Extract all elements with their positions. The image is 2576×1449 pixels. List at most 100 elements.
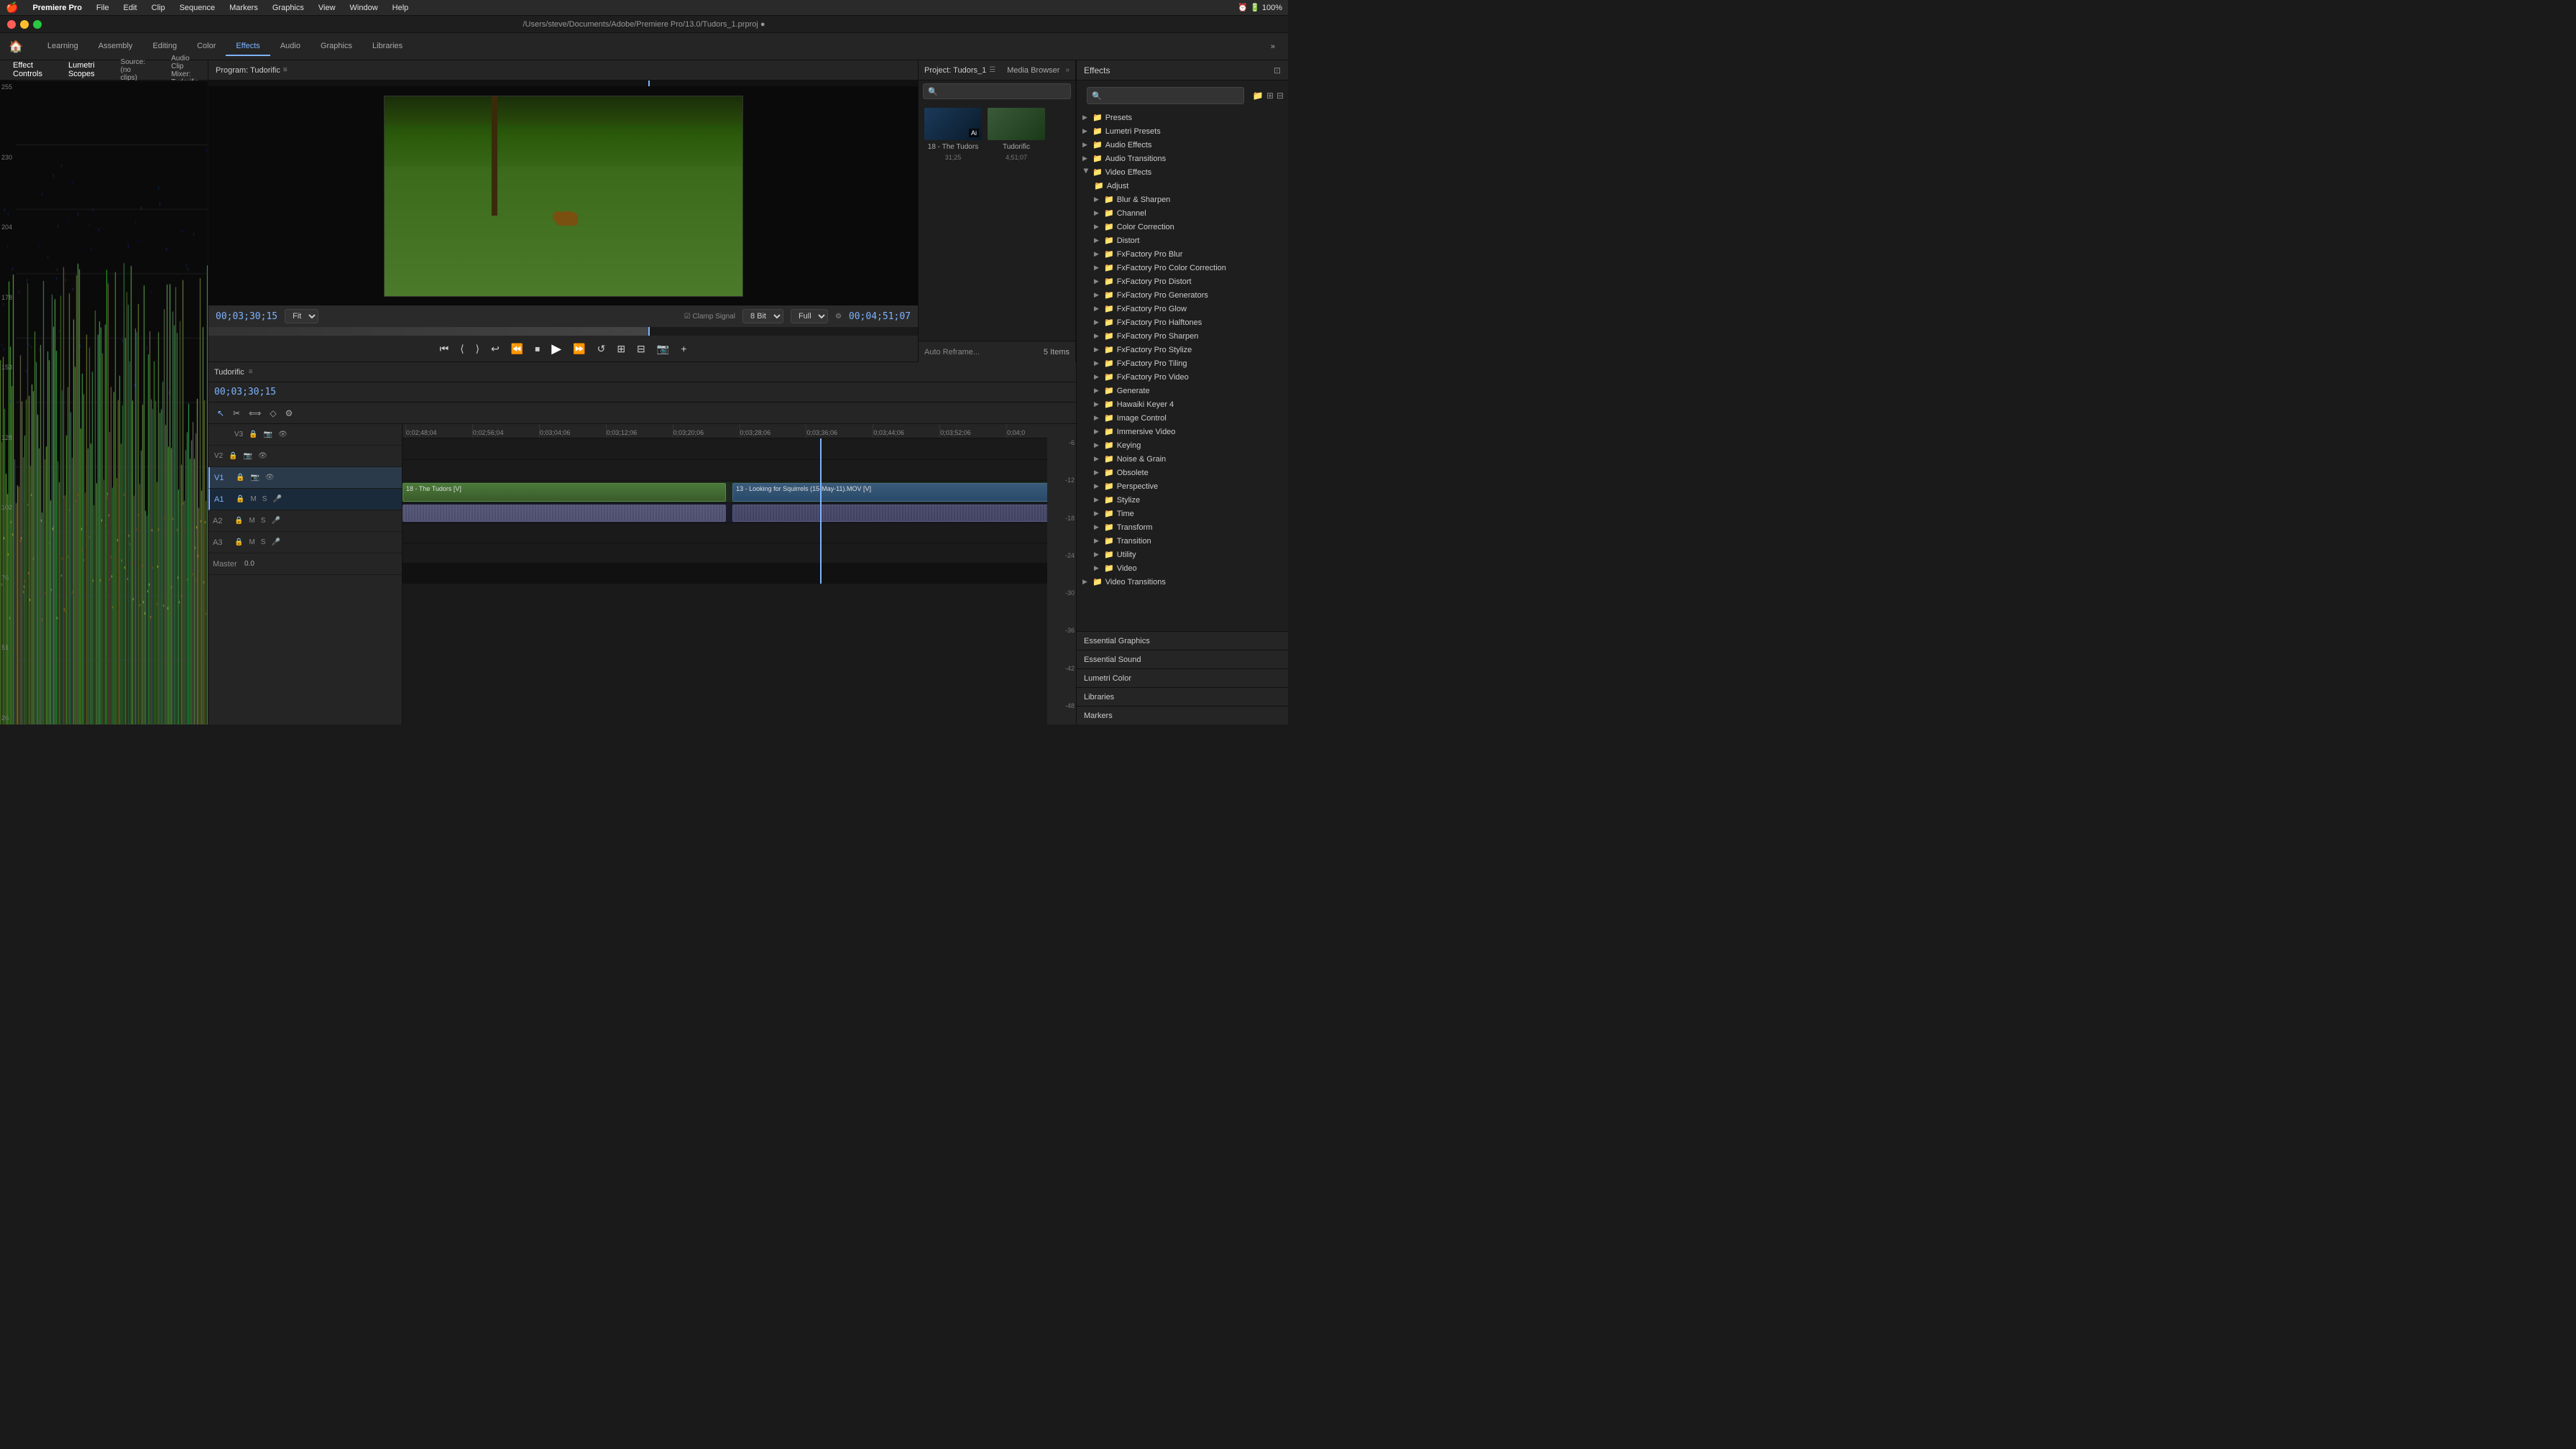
menu-edit[interactable]: Edit: [121, 4, 140, 12]
v3-track[interactable]: [402, 438, 1076, 460]
track-a1-m[interactable]: M: [249, 494, 257, 504]
tree-item-video-effects[interactable]: ▶ 📁 Video Effects: [1077, 165, 1288, 179]
essential-sound-section[interactable]: Essential Sound: [1077, 650, 1288, 668]
tree-item-audio-effects[interactable]: ▶ 📁 Audio Effects: [1077, 138, 1288, 152]
tree-item-fxfactory-video[interactable]: ▶ 📁 FxFactory Pro Video: [1077, 370, 1288, 384]
step-back-button[interactable]: ⟨: [457, 336, 466, 362]
menu-help[interactable]: Help: [390, 4, 412, 12]
clip-audio-1[interactable]: [402, 505, 726, 522]
tree-item-fxfactory-color[interactable]: ▶ 📁 FxFactory Pro Color Correction: [1077, 261, 1288, 275]
tree-item-time[interactable]: ▶ 📁 Time: [1077, 507, 1288, 520]
menu-clip[interactable]: Clip: [149, 4, 168, 12]
track-a3-s[interactable]: S: [259, 538, 267, 547]
tree-item-fxfactory-distort[interactable]: ▶ 📁 FxFactory Pro Distort: [1077, 275, 1288, 288]
essential-graphics-section[interactable]: Essential Graphics: [1077, 631, 1288, 650]
tree-item-channel[interactable]: ▶ 📁 Channel: [1077, 206, 1288, 220]
track-v1-lock[interactable]: 🔒: [234, 473, 246, 482]
tree-item-fxfactory-stylize[interactable]: ▶ 📁 FxFactory Pro Stylize: [1077, 343, 1288, 356]
v1-track[interactable]: 18 - The Tudors [V] 13 - Looking for Squ…: [402, 482, 1076, 503]
tree-item-lumetri-presets[interactable]: ▶ 📁 Lumetri Presets: [1077, 124, 1288, 138]
export-frame-button[interactable]: 📷: [654, 336, 672, 362]
tree-item-stylize[interactable]: ▶ 📁 Stylize: [1077, 493, 1288, 507]
tree-item-utility[interactable]: ▶ 📁 Utility: [1077, 548, 1288, 561]
menu-sequence[interactable]: Sequence: [177, 4, 218, 12]
settings-tool[interactable]: ⚙: [282, 407, 296, 420]
master-track[interactable]: [402, 564, 1076, 584]
home-icon[interactable]: 🏠: [9, 40, 23, 54]
close-button[interactable]: [7, 20, 16, 29]
effects-search-input[interactable]: [1105, 91, 1239, 100]
play-reverse-button[interactable]: ⏪: [508, 336, 526, 362]
auto-reframe-label[interactable]: Auto Reframe...: [924, 348, 980, 356]
effects-search-container[interactable]: 🔍: [1087, 87, 1244, 104]
track-a1-lock[interactable]: 🔒: [234, 494, 246, 504]
track-v1-visible[interactable]: 👁: [264, 473, 276, 482]
tree-item-noise-grain[interactable]: ▶ 📁 Noise & Grain: [1077, 452, 1288, 466]
timeline-content[interactable]: 0;02;48;04 0;02;56;04 0;03;04;06 0;03;12…: [402, 424, 1076, 724]
track-a2-lock[interactable]: 🔒: [233, 516, 244, 525]
project-search[interactable]: 🔍: [923, 83, 1071, 99]
clip-tudors-v1[interactable]: 18 - The Tudors [V]: [402, 483, 726, 502]
tree-item-perspective[interactable]: ▶ 📁 Perspective: [1077, 479, 1288, 493]
menu-graphics[interactable]: Graphics: [270, 4, 307, 12]
settings-icon[interactable]: ⚙: [835, 313, 842, 321]
tree-item-color-correction[interactable]: ▶ 📁 Color Correction: [1077, 220, 1288, 234]
v2-track[interactable]: [402, 460, 1076, 482]
menu-premiere-pro[interactable]: Premiere Pro: [29, 4, 84, 12]
quality-select[interactable]: Full: [791, 309, 828, 323]
tree-item-audio-transitions[interactable]: ▶ 📁 Audio Transitions: [1077, 152, 1288, 165]
track-v2-camera[interactable]: 📷: [242, 451, 254, 461]
overflow-button[interactable]: »: [1266, 41, 1279, 52]
project-header-icon[interactable]: ☰: [989, 66, 995, 74]
a2-track[interactable]: [402, 523, 1076, 543]
lumetri-color-section[interactable]: Lumetri Color: [1077, 668, 1288, 687]
track-v2-label[interactable]: V2: [213, 451, 224, 461]
selection-tool[interactable]: ↖: [214, 407, 227, 420]
media-browser-expand[interactable]: »: [1065, 66, 1070, 74]
stop-button[interactable]: ⏹: [532, 336, 543, 362]
tree-item-fxfactory-glow[interactable]: ▶ 📁 FxFactory Pro Glow: [1077, 302, 1288, 316]
tree-item-video-transitions[interactable]: ▶ 📁 Video Transitions: [1077, 575, 1288, 589]
a3-track[interactable]: [402, 543, 1076, 564]
tree-item-distort[interactable]: ▶ 📁 Distort: [1077, 234, 1288, 247]
step-forward-button[interactable]: ⟩: [473, 336, 482, 362]
tab-audio[interactable]: Audio: [270, 37, 310, 56]
track-v3-camera[interactable]: 📷: [262, 430, 274, 439]
effects-maximize-icon[interactable]: ⊡: [1274, 65, 1281, 75]
quality-dropdown[interactable]: Full: [791, 309, 828, 323]
tree-item-fxfactory-generators[interactable]: ▶ 📁 FxFactory Pro Generators: [1077, 288, 1288, 302]
markers-section[interactable]: Markers: [1077, 706, 1288, 724]
marker-add-tool[interactable]: ◇: [267, 407, 279, 420]
tree-item-image-control[interactable]: ▶ 📁 Image Control: [1077, 411, 1288, 425]
track-v3-lock[interactable]: 🔒: [247, 430, 259, 439]
mark-in-button[interactable]: ⏮: [437, 336, 452, 362]
tab-lumetri-scopes[interactable]: Lumetri Scopes: [63, 58, 101, 83]
razor-tool[interactable]: ✂: [230, 407, 243, 420]
maximize-button[interactable]: [33, 20, 42, 29]
tree-item-hawaiki[interactable]: ▶ 📁 Hawaiki Keyer 4: [1077, 397, 1288, 411]
timeline-menu-icon[interactable]: ≡: [249, 368, 253, 376]
a1-track[interactable]: [402, 503, 1076, 523]
tab-assembly[interactable]: Assembly: [88, 37, 143, 56]
tree-item-transition[interactable]: ▶ 📁 Transition: [1077, 534, 1288, 548]
clip-audio-2[interactable]: [732, 505, 1070, 522]
play-in-to-out-button[interactable]: ↩: [488, 336, 502, 362]
track-a3-m[interactable]: M: [247, 538, 256, 547]
menu-markers[interactable]: Markers: [226, 4, 261, 12]
tree-item-fxfactory-halftones[interactable]: ▶ 📁 FxFactory Pro Halftones: [1077, 316, 1288, 329]
tree-item-immersive-video[interactable]: ▶ 📁 Immersive Video: [1077, 425, 1288, 438]
menu-file[interactable]: File: [93, 4, 112, 12]
track-a2-mic[interactable]: 🎤: [270, 516, 281, 525]
safe-margins-button[interactable]: ⊞: [614, 336, 628, 362]
tab-effect-controls[interactable]: Effect Controls: [7, 58, 48, 83]
tab-graphics[interactable]: Graphics: [310, 37, 362, 56]
tab-libraries[interactable]: Libraries: [362, 37, 413, 56]
tree-item-video[interactable]: ▶ 📁 Video: [1077, 561, 1288, 575]
loop-button[interactable]: ↺: [594, 336, 609, 362]
tree-item-fxfactory-sharpen[interactable]: ▶ 📁 FxFactory Pro Sharpen: [1077, 329, 1288, 343]
tree-item-blur-sharpen[interactable]: ▶ 📁 Blur & Sharpen: [1077, 193, 1288, 206]
track-a2-s[interactable]: S: [259, 516, 267, 525]
track-v1-camera[interactable]: 📷: [249, 473, 260, 482]
track-v3-visible[interactable]: 👁: [277, 430, 289, 439]
tree-item-presets[interactable]: ▶ 📁 Presets: [1077, 111, 1288, 124]
